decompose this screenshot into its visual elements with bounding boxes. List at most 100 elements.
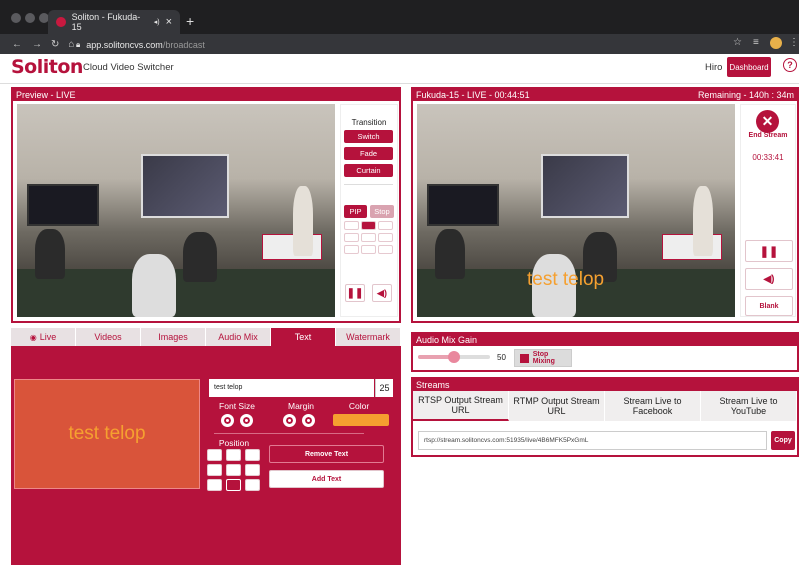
url-path: /broadcast	[162, 39, 205, 50]
font-size-value[interactable]: 25	[375, 379, 393, 397]
tab-facebook-live[interactable]: Stream Live to Facebook	[605, 391, 701, 421]
color-label: Color	[348, 401, 370, 411]
tab-youtube-live[interactable]: Stream Live to YouTube	[701, 391, 797, 421]
tab-videos[interactable]: Videos	[76, 328, 141, 346]
color-swatch[interactable]	[333, 414, 389, 426]
pip-position-cell[interactable]	[344, 233, 359, 242]
tab-audio-mix[interactable]: Audio Mix	[206, 328, 271, 346]
tab-watermark[interactable]: Watermark	[336, 328, 401, 346]
presenter	[293, 186, 313, 256]
lock-icon: 🔒︎	[76, 39, 81, 49]
tab-images[interactable]: Images	[141, 328, 206, 346]
pip-position-cell[interactable]	[344, 245, 359, 254]
rtsp-url-field[interactable]: rtsp://stream.solitoncvs.com:51935/live/…	[418, 431, 767, 450]
text-position-cell[interactable]	[207, 479, 222, 491]
profile-avatar-icon[interactable]	[770, 37, 782, 49]
pip-position-cell[interactable]	[361, 233, 376, 242]
home-icon[interactable]: ⌂	[68, 39, 74, 50]
pause-icon[interactable]: ❚❚	[345, 284, 365, 302]
text-position-cell[interactable]	[245, 449, 260, 461]
dashboard-button[interactable]: Dashboard	[727, 57, 771, 77]
text-position-cell[interactable]	[207, 449, 222, 461]
pip-position-cell[interactable]	[344, 221, 359, 230]
browser-tab-title: Soliton - Fukuda-15	[71, 12, 141, 32]
browser-tab[interactable]: Soliton - Fukuda-15 ◂) ×	[48, 10, 180, 34]
bookmark-star-icon[interactable]: ☆	[733, 37, 742, 48]
volume-stream-icon[interactable]: ◀︎)	[745, 268, 793, 290]
end-stream-icon[interactable]: ✕	[756, 110, 779, 133]
tv-monitor	[427, 184, 499, 226]
telop-preview: test telop	[14, 379, 200, 489]
text-position-cell[interactable]	[226, 464, 241, 476]
streams-header: Streams	[413, 379, 797, 391]
window-minimize-button[interactable]	[25, 13, 35, 23]
transition-label: Transition	[351, 118, 387, 127]
tab-rtsp-output[interactable]: RTSP Output Stream URL	[413, 391, 509, 421]
address-bar[interactable]: 🔒︎ app.solitoncvs.com/broadcast	[76, 37, 716, 52]
text-position-cell-selected[interactable]	[226, 479, 241, 491]
preview-video	[17, 104, 335, 317]
person	[132, 254, 176, 317]
help-icon[interactable]: ?	[783, 58, 797, 72]
pip-position-cell[interactable]	[378, 221, 393, 230]
copy-url-button[interactable]: Copy	[771, 431, 795, 450]
text-position-cell[interactable]	[245, 479, 260, 491]
tv-monitor	[27, 184, 99, 226]
stop-pip-button[interactable]: Stop	[370, 205, 394, 218]
window-close-button[interactable]	[11, 13, 21, 23]
user-name: Hiro	[705, 62, 723, 73]
blank-button[interactable]: Blank	[745, 296, 793, 316]
curtain-button[interactable]: Curtain	[344, 164, 393, 177]
soliton-banner	[262, 234, 322, 260]
gain-slider-thumb[interactable]	[448, 351, 460, 363]
tab-text[interactable]: Text	[271, 328, 336, 346]
stop-square-icon	[520, 353, 529, 363]
preview-header: Preview - LIVE	[13, 89, 399, 101]
telop-text-input[interactable]: test telop	[209, 379, 374, 397]
media-queue-icon[interactable]: ≡	[753, 37, 759, 48]
margin-increase-button[interactable]	[302, 414, 315, 427]
person	[35, 229, 65, 279]
projector-screen	[541, 154, 629, 218]
position-label: Position	[218, 438, 250, 448]
fade-button[interactable]: Fade	[344, 147, 393, 160]
person	[435, 229, 465, 279]
browser-menu-icon[interactable]: ⋮	[789, 37, 799, 48]
soliton-logo: Soliton	[11, 56, 83, 78]
font-size-increase-button[interactable]	[240, 414, 253, 427]
add-text-button[interactable]: Add Text	[269, 470, 384, 488]
text-position-cell[interactable]	[207, 464, 222, 476]
audio-mix-header: Audio Mix Gain	[413, 334, 797, 346]
speaker-icon[interactable]: ◂)	[154, 18, 160, 26]
end-stream-label[interactable]: End Stream	[741, 132, 795, 139]
url-domain: app.solitoncvs.com	[86, 39, 163, 50]
tab-live[interactable]: ◉ Live	[11, 328, 76, 346]
remove-text-button[interactable]: Remove Text	[269, 445, 384, 463]
pip-position-cell[interactable]	[378, 233, 393, 242]
font-size-decrease-button[interactable]	[221, 414, 234, 427]
margin-decrease-button[interactable]	[283, 414, 296, 427]
pip-position-cell[interactable]	[361, 221, 376, 230]
divider	[214, 433, 364, 434]
back-arrow-icon[interactable]: ←	[12, 39, 22, 50]
app-title: Cloud Video Switcher	[83, 62, 174, 73]
pip-position-cell[interactable]	[378, 245, 393, 254]
pip-button[interactable]: PIP	[344, 205, 367, 218]
stop-mixing-button[interactable]: Stop Mixing	[514, 349, 572, 367]
forward-arrow-icon[interactable]: →	[32, 39, 42, 50]
close-tab-icon[interactable]: ×	[166, 16, 172, 28]
person	[183, 232, 217, 282]
tab-rtmp-output[interactable]: RTMP Output Stream URL	[509, 391, 605, 421]
reload-icon[interactable]: ↻	[51, 39, 59, 50]
new-tab-button[interactable]: +	[186, 14, 194, 28]
pause-stream-icon[interactable]: ❚❚	[745, 240, 793, 262]
text-position-cell[interactable]	[245, 464, 260, 476]
gain-value: 50	[497, 353, 506, 362]
pip-position-cell[interactable]	[361, 245, 376, 254]
projector-screen	[141, 154, 229, 218]
eye-icon: ◉	[29, 332, 37, 342]
switch-button[interactable]: Switch	[344, 130, 393, 143]
volume-icon[interactable]: ◀︎)	[372, 284, 392, 302]
text-position-cell[interactable]	[226, 449, 241, 461]
stop-mixing-label: Stop Mixing	[532, 351, 555, 365]
